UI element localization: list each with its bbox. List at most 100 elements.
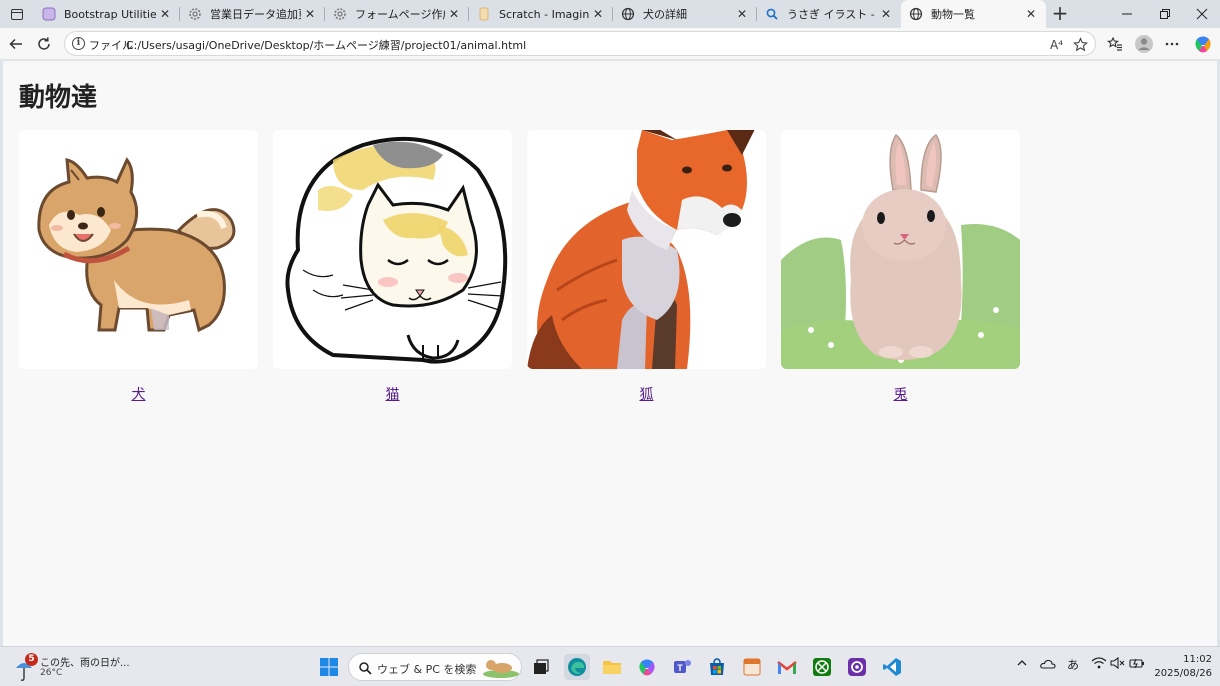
chevron-up-icon[interactable]	[1016, 657, 1028, 672]
calendar-app[interactable]	[739, 654, 765, 680]
close-icon[interactable]: ✕	[301, 5, 319, 23]
calendar-icon	[743, 658, 761, 676]
tab-title: 営業日データ追加更新	[210, 8, 301, 21]
animal-link-fox[interactable]: 狐	[527, 384, 766, 404]
rabbit-illustration	[781, 130, 1020, 369]
xbox-icon	[813, 658, 831, 676]
refresh-button[interactable]	[32, 32, 56, 56]
start-button[interactable]	[316, 654, 342, 680]
calico-cat-illustration	[273, 130, 512, 369]
info-icon[interactable]: i	[72, 37, 85, 50]
tab-strip: Bootstrap Utilities Cheat ✕ 営業日データ追加更新 ✕…	[0, 0, 1220, 28]
date-text: 2025/08/26	[1154, 668, 1212, 679]
purple-app[interactable]	[844, 654, 870, 680]
svg-text:T: T	[677, 663, 683, 673]
gmail-app[interactable]	[774, 654, 800, 680]
url-text[interactable]: C:/Users/usagi/OneDrive/Desktop/ホームページ練習…	[126, 37, 526, 53]
more-icon	[1165, 42, 1179, 46]
close-icon[interactable]: ✕	[877, 5, 895, 23]
temperature: 26°C	[40, 668, 63, 678]
task-view-button[interactable]	[528, 654, 554, 680]
favorites-button[interactable]	[1103, 32, 1127, 56]
new-tab-button[interactable]: +	[1049, 3, 1071, 25]
close-window-button[interactable]	[1183, 0, 1220, 28]
close-icon[interactable]: ✕	[156, 5, 174, 23]
animal-card-rabbit: 兎	[781, 130, 1020, 403]
copilot-app[interactable]	[634, 654, 660, 680]
animal-card-cat: 猫	[273, 130, 512, 403]
close-icon[interactable]: ✕	[445, 5, 463, 23]
favorite-star-icon[interactable]	[1073, 36, 1088, 53]
search-icon	[359, 662, 372, 675]
read-aloud-icon[interactable]: A⁴	[1050, 36, 1063, 53]
profile-button[interactable]	[1132, 32, 1156, 56]
tab-bootstrap[interactable]: Bootstrap Utilities Cheat ✕	[34, 0, 180, 28]
search-highlight-dog-icon	[483, 660, 519, 678]
copilot-button[interactable]	[1191, 32, 1215, 56]
search-icon	[765, 7, 779, 21]
notification-badge: 5	[25, 653, 38, 666]
teams-app[interactable]: T	[669, 654, 695, 680]
restore-icon	[1160, 9, 1170, 19]
weather-text: この先、雨の日が...	[40, 658, 130, 669]
restore-button[interactable]	[1146, 0, 1184, 28]
tab-scratch[interactable]: Scratch - Imagine, Program ✕	[469, 0, 613, 28]
favorites-icon	[1107, 36, 1122, 51]
copilot-icon	[1195, 36, 1211, 53]
tab-actions-menu-button[interactable]	[4, 3, 30, 25]
shiba-dog-illustration	[19, 130, 258, 369]
tab-title: Bootstrap Utilities Cheat	[64, 7, 156, 21]
wifi-icon[interactable]	[1091, 657, 1107, 672]
settings-more-button[interactable]	[1160, 32, 1184, 56]
tab-dog-detail[interactable]: 犬の詳細 ✕	[613, 0, 757, 28]
edge-app[interactable]	[564, 654, 590, 680]
xbox-app[interactable]	[809, 654, 835, 680]
battery-icon[interactable]	[1129, 657, 1145, 672]
windows-icon	[320, 658, 338, 676]
taskbar-search[interactable]: ウェブ & PC を検索	[348, 653, 522, 681]
store-app[interactable]	[704, 654, 730, 680]
close-icon[interactable]: ✕	[1022, 5, 1040, 23]
globe-icon	[909, 7, 923, 21]
gear-icon	[333, 7, 347, 21]
vscode-icon	[883, 658, 901, 676]
avatar	[1135, 35, 1153, 53]
page-title: 動物達	[19, 83, 98, 113]
tab-business-days[interactable]: 営業日データ追加更新 ✕	[180, 0, 325, 28]
animal-link-rabbit[interactable]: 兎	[781, 384, 1020, 404]
tab-rabbit-search[interactable]: うさぎ イラスト - 検索 画像 ✕	[757, 0, 901, 28]
time-text: 11:02	[1183, 654, 1212, 665]
tab-animal-list[interactable]: 動物一覧 ✕	[901, 0, 1046, 28]
teams-icon: T	[674, 660, 691, 673]
speaker-muted-icon[interactable]	[1110, 656, 1126, 672]
edge-icon	[568, 658, 586, 676]
task-view-icon	[534, 659, 549, 674]
tab-title: Scratch - Imagine, Program	[499, 7, 589, 21]
gmail-icon	[777, 661, 797, 674]
close-icon[interactable]: ✕	[733, 5, 751, 23]
address-bar[interactable]: i ファイル C:/Users/usagi/OneDrive/Desktop/ホ…	[64, 31, 1096, 56]
clock[interactable]: 11:02 2025/08/26	[1150, 653, 1212, 681]
minimize-icon	[1122, 13, 1132, 15]
page-viewport: 動物達 犬 猫 狐 兎	[3, 61, 1217, 646]
folder-icon	[603, 661, 621, 674]
close-icon	[1196, 8, 1208, 20]
taskbar: 5 この先、雨の日が... 26°C ウェブ & PC を検索 T あ 11:0…	[0, 646, 1220, 686]
red-fox-watercolor	[527, 130, 766, 369]
ime-indicator[interactable]: あ	[1067, 656, 1079, 673]
arrow-left-icon	[9, 38, 22, 50]
vscode-app[interactable]	[879, 654, 905, 680]
back-button[interactable]	[4, 32, 28, 56]
tab-actions-icon	[11, 8, 23, 20]
tab-form-page[interactable]: フォームページ作成方法 ✕	[325, 0, 469, 28]
weather-widget[interactable]: 5 この先、雨の日が... 26°C	[14, 652, 144, 682]
scratch-icon	[477, 7, 491, 21]
gear-icon	[188, 7, 202, 21]
close-icon[interactable]: ✕	[589, 5, 607, 23]
animal-card-dog: 犬	[19, 130, 258, 403]
animal-link-dog[interactable]: 犬	[19, 384, 258, 404]
minimize-button[interactable]	[1108, 0, 1146, 28]
animal-link-cat[interactable]: 猫	[273, 384, 512, 404]
onedrive-icon[interactable]	[1040, 657, 1056, 672]
file-explorer-app[interactable]	[599, 654, 625, 680]
